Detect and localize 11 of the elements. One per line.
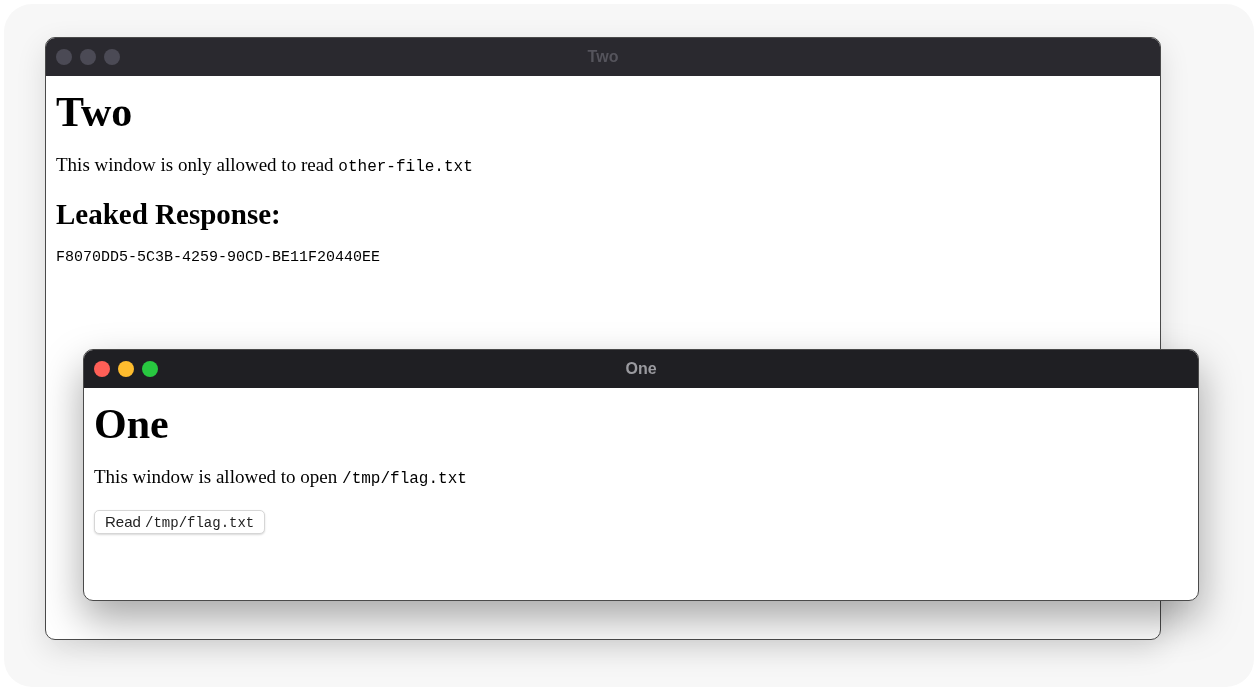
page-heading: One bbox=[94, 400, 169, 448]
minimize-button[interactable] bbox=[118, 361, 134, 377]
read-button[interactable]: Read /tmp/flag.txt bbox=[94, 510, 266, 534]
description-text: This window is only allowed to read other-file.txt bbox=[56, 154, 473, 176]
zoom-button[interactable] bbox=[142, 361, 158, 377]
window-title: One bbox=[625, 360, 657, 378]
page-heading: Two bbox=[56, 88, 133, 136]
close-button[interactable] bbox=[94, 361, 110, 377]
description-text: This window is allowed to open /tmp/flag.txt bbox=[94, 466, 467, 488]
section-heading: Leaked Response: bbox=[56, 198, 281, 231]
response-text: F8070DD5-5C3B-4259-90CD-BE11F20440EE bbox=[56, 249, 381, 266]
